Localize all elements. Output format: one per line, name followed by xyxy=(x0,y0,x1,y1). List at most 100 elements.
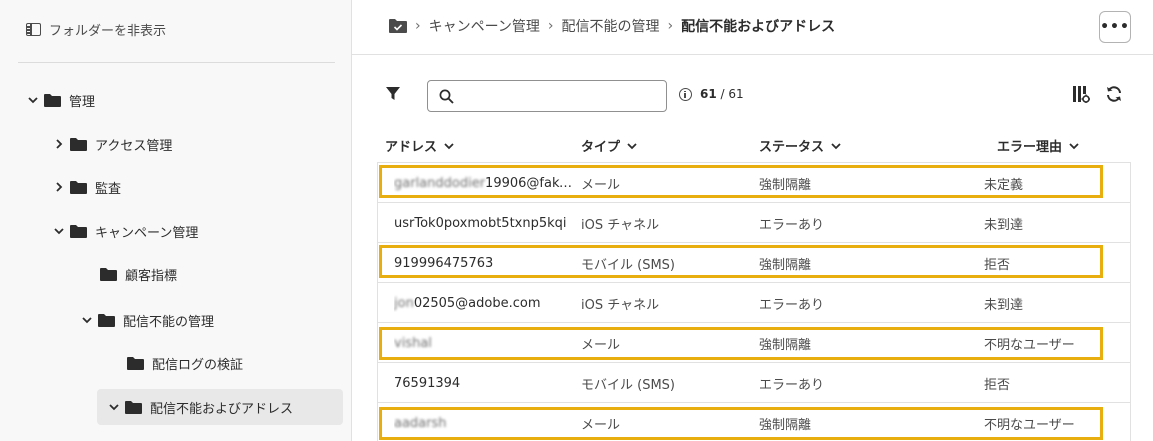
address-text: 76591394 xyxy=(394,375,461,391)
tree-item-non-deliverables-management[interactable]: 配信不能の管理 xyxy=(80,302,214,338)
address-cell: 76591394 xyxy=(394,363,578,403)
address-cell: vishal xyxy=(394,323,578,363)
redacted-address-part: vishal xyxy=(394,335,432,351)
redacted-address-part: aadarsh xyxy=(394,415,447,431)
divider xyxy=(18,62,335,63)
type-cell: メール xyxy=(581,337,621,353)
tree-item-label: 配信不能およびアドレス xyxy=(150,401,294,417)
count-total: 61 xyxy=(728,87,744,101)
tree-item-admin[interactable]: 管理 xyxy=(26,82,95,118)
folder-icon xyxy=(70,180,87,194)
filter-icon[interactable] xyxy=(385,86,401,102)
error-reason-cell: 未到達 xyxy=(984,217,1024,233)
table-row[interactable]: 919996475763 モバイル (SMS) 強制隔離 拒否 xyxy=(378,243,1130,283)
folder-icon xyxy=(98,313,115,327)
column-header-type[interactable]: タイプ xyxy=(581,136,637,155)
status-cell: 強制隔離 xyxy=(759,257,812,273)
error-reason-cell: 拒否 xyxy=(984,377,1011,393)
status-cell: 強制隔離 xyxy=(759,417,812,433)
chevron-right-icon[interactable] xyxy=(52,137,66,151)
address-cell: usrTok0poxmobt5txnp5kqi xyxy=(394,203,578,243)
tree-item-delivery-log-validation[interactable]: 配信ログの検証 xyxy=(127,345,243,381)
column-header-error-reason[interactable]: エラー理由 xyxy=(997,136,1079,155)
hide-folders-label: フォルダーを非表示 xyxy=(49,24,167,39)
breadcrumb-separator: › xyxy=(415,18,421,34)
chevron-down-icon[interactable] xyxy=(26,93,40,107)
table-row[interactable]: vishal メール 強制隔離 不明なユーザー xyxy=(378,323,1130,363)
search-field[interactable] xyxy=(427,80,667,112)
breadcrumb-separator: › xyxy=(667,18,674,34)
error-reason-cell: 未到達 xyxy=(984,297,1024,313)
folder-icon[interactable] xyxy=(389,19,407,33)
search-icon xyxy=(439,89,454,104)
address-text: 919996475763 xyxy=(394,255,494,271)
error-reason-cell: 不明なユーザー xyxy=(984,417,1075,433)
breadcrumb-item-campaign-management[interactable]: キャンペーン管理 xyxy=(429,16,540,36)
column-header-status[interactable]: ステータス xyxy=(759,136,841,155)
error-reason-cell: 拒否 xyxy=(984,257,1011,273)
column-header-label: タイプ xyxy=(581,140,621,155)
column-settings-icon[interactable] xyxy=(1072,85,1090,103)
table-row[interactable]: aadarsh メール 強制隔離 不明なユーザー xyxy=(378,403,1130,441)
error-reason-cell: 未定義 xyxy=(984,177,1024,193)
tree-item-campaign-management[interactable]: キャンペーン管理 xyxy=(52,213,198,249)
redacted-address-part: jon xyxy=(394,295,414,311)
address-text: usrTok0poxmobt5txnp5kqi xyxy=(394,215,567,231)
tree-item-non-deliverables-and-addresses[interactable]: 配信不能およびアドレス xyxy=(97,389,343,425)
page-title: 配信不能およびアドレス xyxy=(681,19,836,35)
folder-icon xyxy=(127,356,144,370)
tree-item-label: アクセス管理 xyxy=(95,138,173,154)
column-header-label: アドレス xyxy=(385,140,438,155)
chevron-down-icon[interactable] xyxy=(52,224,66,238)
chevron-down-icon xyxy=(1069,142,1079,149)
tree-item-label: 配信ログの検証 xyxy=(152,357,244,373)
status-cell: エラーあり xyxy=(759,297,825,313)
hide-folders-button[interactable]: フォルダーを非表示 xyxy=(26,20,166,39)
folder-icon xyxy=(70,137,87,151)
chevron-down-icon[interactable] xyxy=(80,313,94,327)
count-shown: 61 xyxy=(700,87,717,101)
type-cell: メール xyxy=(581,417,621,433)
tree-item-label: 顧客指標 xyxy=(125,268,178,284)
breadcrumb: › キャンペーン管理 › 配信不能の管理 › 配信不能およびアドレス xyxy=(389,16,835,36)
column-header-address[interactable]: アドレス xyxy=(385,136,454,155)
more-actions-button[interactable]: ••• xyxy=(1099,11,1131,43)
error-reason-cell: 不明なユーザー xyxy=(984,337,1075,353)
chevron-down-icon xyxy=(831,142,841,149)
table-row[interactable]: 76591394 モバイル (SMS) エラーあり 拒否 xyxy=(378,363,1130,403)
chevron-right-icon[interactable] xyxy=(52,180,66,194)
tree-item-label: 配信不能の管理 xyxy=(123,314,215,330)
folder-icon xyxy=(70,224,87,238)
header-bar: › キャンペーン管理 › 配信不能の管理 › 配信不能およびアドレス ••• xyxy=(352,0,1153,55)
address-cell: aadarsh xyxy=(394,403,578,441)
folder-icon xyxy=(44,93,61,107)
table-row[interactable]: garlanddodier 19906@fake_... メール 強制隔離 未定義 xyxy=(378,163,1130,203)
tree-item-access-management[interactable]: アクセス管理 xyxy=(52,126,172,162)
folder-icon xyxy=(125,400,142,414)
chevron-down-icon[interactable] xyxy=(107,400,121,414)
column-header-label: ステータス xyxy=(759,140,825,155)
tree-item-audit[interactable]: 監査 xyxy=(52,169,121,205)
address-cell: jon 02505@adobe.com xyxy=(394,283,578,323)
tree-item-customer-metrics[interactable]: 顧客指標 xyxy=(100,256,177,292)
tree-item-label: 監査 xyxy=(95,181,122,197)
table-row[interactable]: usrTok0poxmobt5txnp5kqi iOS チャネル エラーあり 未… xyxy=(378,203,1130,243)
breadcrumb-item-non-deliverables-management[interactable]: 配信不能の管理 xyxy=(562,16,660,36)
status-cell: エラーあり xyxy=(759,377,825,393)
main-panel: › キャンペーン管理 › 配信不能の管理 › 配信不能およびアドレス ••• 6… xyxy=(352,0,1153,441)
folder-sidebar: フォルダーを非表示 管理 アクセス管理 監査 キャンペーン管理 顧客指標 配信不… xyxy=(0,0,352,441)
info-icon xyxy=(679,87,692,101)
tree-item-label: 管理 xyxy=(69,94,96,110)
table-row[interactable]: jon 02505@adobe.com iOS チャネル エラーあり 未到達 xyxy=(378,283,1130,323)
address-cell: 919996475763 xyxy=(394,243,578,283)
search-input[interactable] xyxy=(462,85,657,107)
redacted-address-part: garlanddodier xyxy=(394,175,486,191)
data-table: garlanddodier 19906@fake_... メール 強制隔離 未定義… xyxy=(377,162,1131,441)
panel-toggle-icon xyxy=(26,23,41,36)
type-cell: モバイル (SMS) xyxy=(581,377,675,393)
result-count: 61 / 61 xyxy=(679,87,744,101)
type-cell: メール xyxy=(581,177,621,193)
chevron-down-icon xyxy=(627,142,637,149)
folder-icon xyxy=(100,267,117,281)
refresh-icon[interactable] xyxy=(1105,85,1123,103)
